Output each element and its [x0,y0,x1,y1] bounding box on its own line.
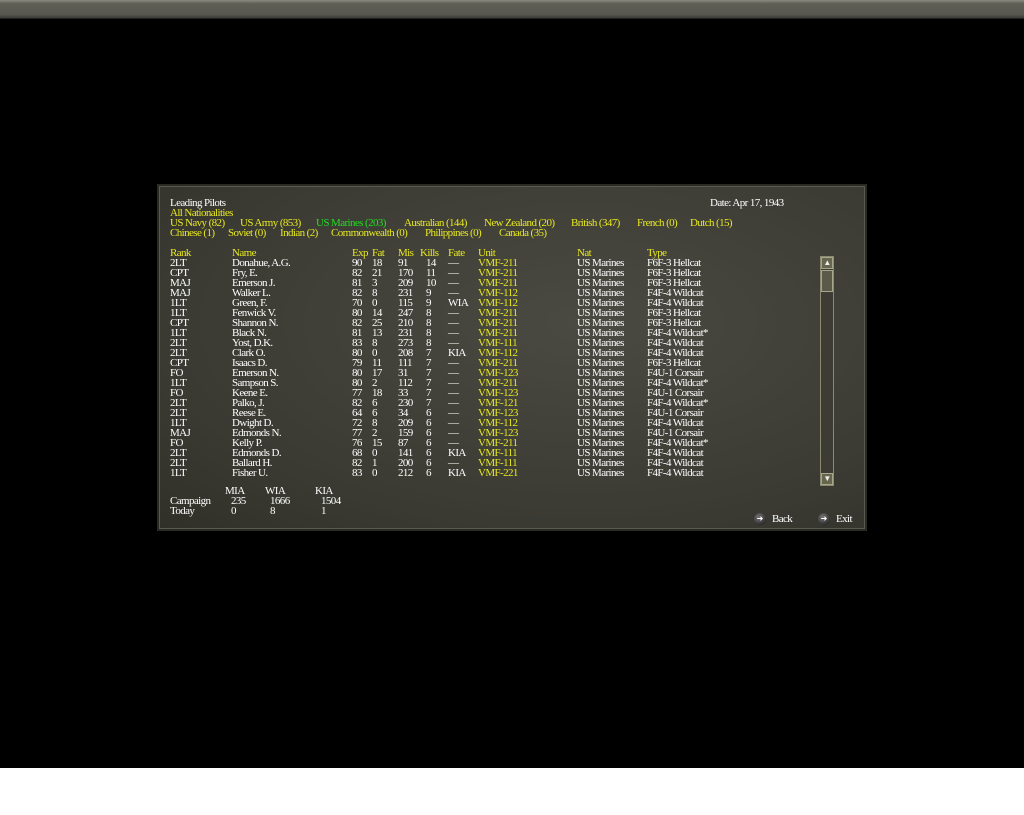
filter-nationality[interactable]: Chinese (1) [170,228,215,239]
table-cell-kills: 6 [426,467,431,479]
filter-nationality[interactable]: Philippines (0) [425,228,482,239]
back-label: Back [772,513,793,525]
summary-today-value: 8 [270,505,275,517]
back-button[interactable]: ➜ Back [754,513,793,525]
filter-nationality[interactable]: Commonwealth (0) [331,228,408,239]
filter-nationality[interactable]: Canada (35) [499,228,547,239]
arrow-right-icon: ➜ [818,513,830,525]
summary-today-value: 0 [231,505,236,517]
filter-nationality[interactable]: French (0) [637,218,678,229]
game-screen: Leading Pilots Date: Apr 17, 1943 All Na… [0,0,1024,768]
scroll-down-icon[interactable]: ▼ [821,473,833,485]
table-cell-unit: VMF-221 [478,467,518,479]
date-label: Date: Apr 17, 1943 [710,197,784,209]
leading-pilots-panel: Leading Pilots Date: Apr 17, 1943 All Na… [157,184,867,531]
table-cell-name: Fisher U. [232,467,268,479]
table-cell-fate: KIA [448,467,466,479]
scroll-thumb[interactable] [821,270,833,292]
filter-nationality[interactable]: British (347) [571,218,620,229]
table-cell-nat: US Marines [577,467,624,479]
arrow-right-icon: ➜ [754,513,766,525]
top-bar [0,0,1024,19]
filter-nationality[interactable]: Indian (2) [280,228,318,239]
filter-nationality[interactable]: Soviet (0) [228,228,266,239]
table-cell-rank: 1LT [170,467,187,479]
scrollbar[interactable]: ▲ ▼ [820,256,834,486]
filter-nationality[interactable]: Dutch (15) [690,218,733,229]
exit-button[interactable]: ➜ Exit [818,513,853,525]
summary-today-label: Today [170,505,195,517]
table-cell-mis: 212 [398,467,413,479]
scroll-up-icon[interactable]: ▲ [821,257,833,269]
exit-label: Exit [836,513,853,525]
table-cell-fat: 0 [372,467,377,479]
table-cell-exp: 83 [352,467,362,479]
summary-today-value: 1 [321,505,326,517]
table-cell-type: F4F-4 Wildcat [647,467,704,479]
